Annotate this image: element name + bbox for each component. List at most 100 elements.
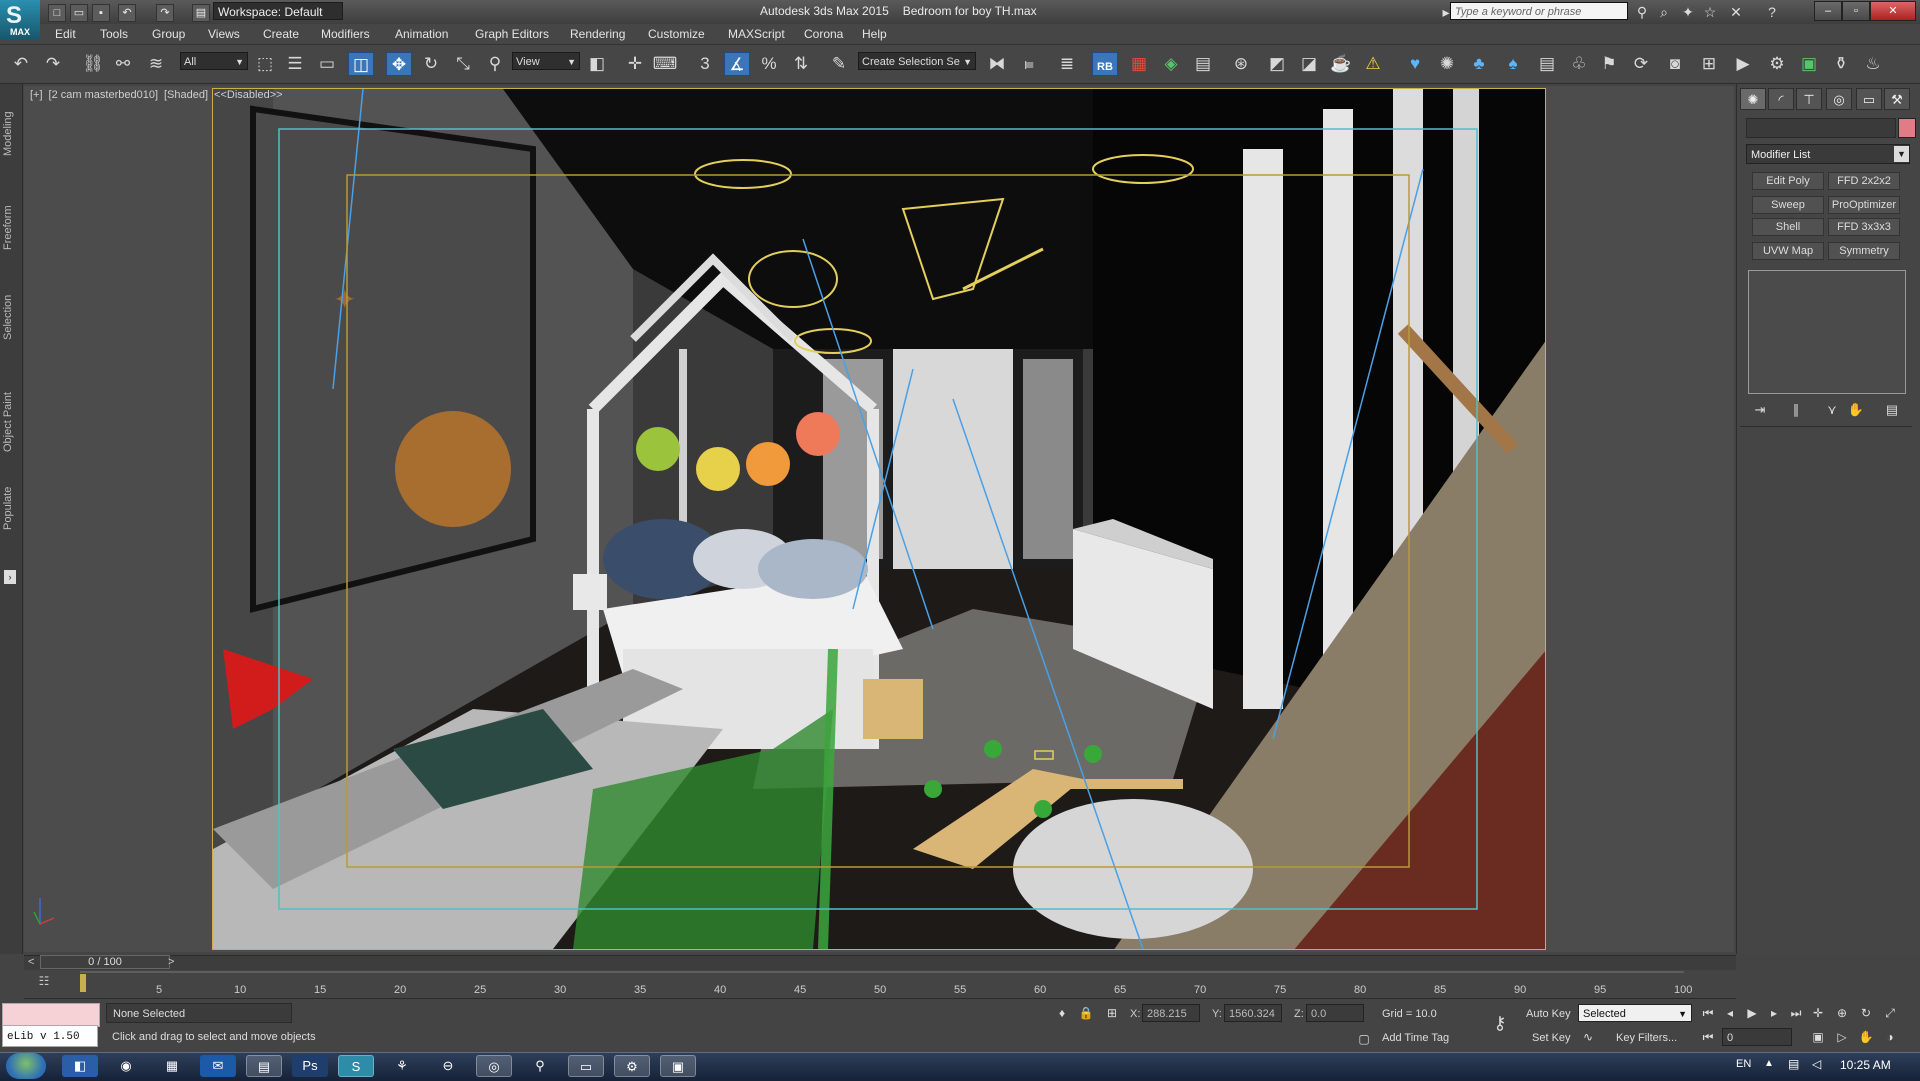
chrome-taskbar-icon[interactable]: ◉ [108, 1055, 144, 1077]
maxscript-output[interactable]: eLib v 1.50 [2, 1025, 98, 1047]
hierarchy-tab-icon[interactable]: ⊤ [1796, 88, 1822, 110]
key-filters-button[interactable]: Key Filters... [1616, 1032, 1677, 1044]
window-crossing-toggle[interactable]: ◫ [348, 52, 374, 76]
zoom-all-icon[interactable]: ⊕ [1832, 1004, 1852, 1022]
tab-freeform[interactable]: Freeform [2, 205, 14, 250]
modify-tab-icon[interactable]: ◜ [1768, 88, 1794, 110]
tray-expand-icon[interactable]: ▲ [1764, 1058, 1774, 1069]
align-icon[interactable]: ⫢ [1016, 52, 1042, 76]
redo-icon[interactable]: ↷ [156, 4, 174, 22]
viewport-camera-name[interactable]: [2 cam masterbed010] [49, 89, 158, 101]
spinner-snap-toggle-icon[interactable]: ⇅ [788, 52, 814, 76]
key-mode-toggle-icon[interactable]: ⏮ [1698, 1028, 1718, 1046]
tab-modeling[interactable]: Modeling [2, 111, 14, 156]
select-rotate-button[interactable]: ↻ [418, 52, 444, 76]
pin-stack-icon[interactable]: ⇥ [1750, 402, 1770, 418]
select-place-button[interactable]: ⚲ [482, 52, 508, 76]
teapot-icon[interactable]: ⚱ [1828, 52, 1854, 76]
taskbar-clock[interactable]: 10:25 AM [1840, 1058, 1891, 1072]
viewport-label[interactable]: [+] [2 cam masterbed010] [Shaded] <<Disable… [30, 89, 289, 101]
app-taskbar-icon[interactable]: ⊖ [430, 1055, 466, 1077]
workspace-dropdown[interactable]: Workspace: Default [213, 2, 343, 20]
menu-edit[interactable]: Edit [55, 27, 76, 41]
app-logo-button[interactable]: S MAX [0, 0, 40, 40]
network-icon[interactable]: ▤ [1788, 1057, 1799, 1071]
rectangular-selection-icon[interactable]: ▭ [314, 52, 340, 76]
named-selection-sets-dropdown[interactable]: Create Selection Se ▼ [858, 52, 976, 70]
tag-icon[interactable]: ⚑ [1596, 52, 1622, 76]
time-slider-track[interactable] [24, 955, 1736, 970]
tab-object-paint[interactable]: Object Paint [2, 392, 14, 452]
menu-corona[interactable]: Corona [804, 27, 843, 41]
remove-modifier-icon[interactable]: ✋ [1846, 402, 1866, 418]
tree-icon[interactable]: ♧ [1566, 52, 1592, 76]
select-move-button[interactable]: ✥ [386, 52, 412, 76]
schematic-view-icon[interactable]: ⊛ [1228, 52, 1254, 76]
acrobat-taskbar-icon[interactable]: ▤ [246, 1055, 282, 1077]
search-input[interactable]: Type a keyword or phrase [1450, 2, 1628, 20]
play-sequence-icon[interactable]: ▶ [1730, 52, 1756, 76]
curve-icon[interactable]: ∿ [1578, 1028, 1598, 1046]
modifier-list-dropdown[interactable]: Modifier List [1746, 144, 1910, 164]
subscription-icon[interactable]: ✦ [1680, 4, 1696, 20]
mirror-icon[interactable]: ⧓ [984, 52, 1010, 76]
create-tab-icon[interactable]: ✺ [1740, 88, 1766, 110]
project-folder-icon[interactable]: ▤ [192, 4, 210, 22]
configure-modifier-sets-icon[interactable]: ▤ [1882, 402, 1902, 418]
percent-snap-toggle-button[interactable]: % [756, 52, 782, 76]
select-object-icon[interactable]: ⬚ [252, 52, 278, 76]
select-scale-button[interactable]: ⤡ [450, 52, 476, 76]
media-taskbar-icon[interactable]: ⚘ [384, 1055, 420, 1077]
scanner-taskbar-icon[interactable]: ◎ [476, 1055, 512, 1077]
zoom-extents-icon[interactable]: ✛ [1808, 1004, 1828, 1022]
material-editor-icon[interactable]: ◩ [1264, 52, 1290, 76]
walkthrough-icon[interactable]: ◑ [1880, 1028, 1900, 1046]
go-to-start-icon[interactable]: ⏮ [1698, 1004, 1718, 1022]
help-icon[interactable]: ? [1764, 4, 1780, 20]
modifier-sweep-button[interactable]: Sweep [1752, 196, 1824, 214]
motion-tab-icon[interactable]: ◎ [1826, 88, 1852, 110]
show-end-result-icon[interactable]: ∥ [1786, 402, 1806, 418]
layer-manager-icon[interactable]: ≣ [1054, 52, 1080, 76]
bulb-icon[interactable]: ♨ [1860, 52, 1886, 76]
modifier-prooptimizer-button[interactable]: ProOptimizer [1828, 196, 1900, 214]
pan-hand-icon[interactable]: ✋ [1856, 1028, 1876, 1046]
folder-taskbar-icon[interactable]: ▭ [568, 1055, 604, 1077]
resize-frame-icon[interactable]: ⊞ [1696, 52, 1722, 76]
sun-icon[interactable]: ✺ [1434, 52, 1460, 76]
modifier-ffd-2x2x2-button[interactable]: FFD 2x2x2 [1828, 172, 1900, 190]
unlink-icon[interactable]: ⚯ [110, 52, 136, 76]
viewport-disabled-flag[interactable]: <<Disabled>> [214, 89, 283, 101]
save-file-icon[interactable]: ▪ [92, 4, 110, 22]
ribbon-expand-icon[interactable]: › [4, 570, 16, 584]
bind-space-warp-icon[interactable]: ≋ [143, 52, 169, 76]
crowd-icon[interactable]: ♣ [1466, 52, 1492, 76]
isolate-selection-icon[interactable]: ♦ [1052, 1004, 1072, 1022]
snaps-toggle-button[interactable]: 3 [692, 52, 718, 76]
close-button[interactable]: ✕ [1870, 1, 1916, 21]
redo-button[interactable]: ↷ [40, 52, 66, 76]
table-icon[interactable]: ▤ [1534, 52, 1560, 76]
utilities-tab-icon[interactable]: ⚒ [1884, 88, 1910, 110]
modifier-stack-list[interactable] [1748, 270, 1906, 394]
field-of-view-icon[interactable]: ▷ [1832, 1028, 1852, 1046]
window-icon[interactable]: ▣ [1796, 52, 1822, 76]
modifier-symmetry-button[interactable]: Symmetry [1828, 242, 1900, 260]
menu-help[interactable]: Help [862, 27, 887, 41]
angle-snap-toggle-button[interactable]: ∡ [724, 52, 750, 76]
plugin-gears-icon[interactable]: ⚙ [1764, 52, 1790, 76]
menu-views[interactable]: Views [208, 27, 240, 41]
z-coordinate-field[interactable]: 0.0 [1306, 1004, 1364, 1022]
new-file-icon[interactable]: □ [48, 4, 66, 22]
light-tool-icon[interactable]: ♥ [1402, 52, 1428, 76]
photoshop-taskbar-icon[interactable]: Ps [292, 1055, 328, 1077]
volume-icon[interactable]: ◁ [1812, 1057, 1821, 1071]
foliage-icon[interactable]: ♠ [1500, 52, 1526, 76]
maximize-viewport-icon[interactable]: ⤢ [1880, 1004, 1900, 1022]
x-coordinate-field[interactable]: 288.215 [1142, 1004, 1200, 1022]
refresh-icon[interactable]: ⟳ [1628, 52, 1654, 76]
time-slider-thumb[interactable]: 0 / 100 [40, 955, 170, 969]
auto-key-button[interactable]: Auto Key [1526, 1008, 1571, 1020]
chevron-down-icon[interactable]: ▼ [1894, 146, 1909, 162]
link-icon[interactable]: ⛓ [80, 52, 106, 76]
